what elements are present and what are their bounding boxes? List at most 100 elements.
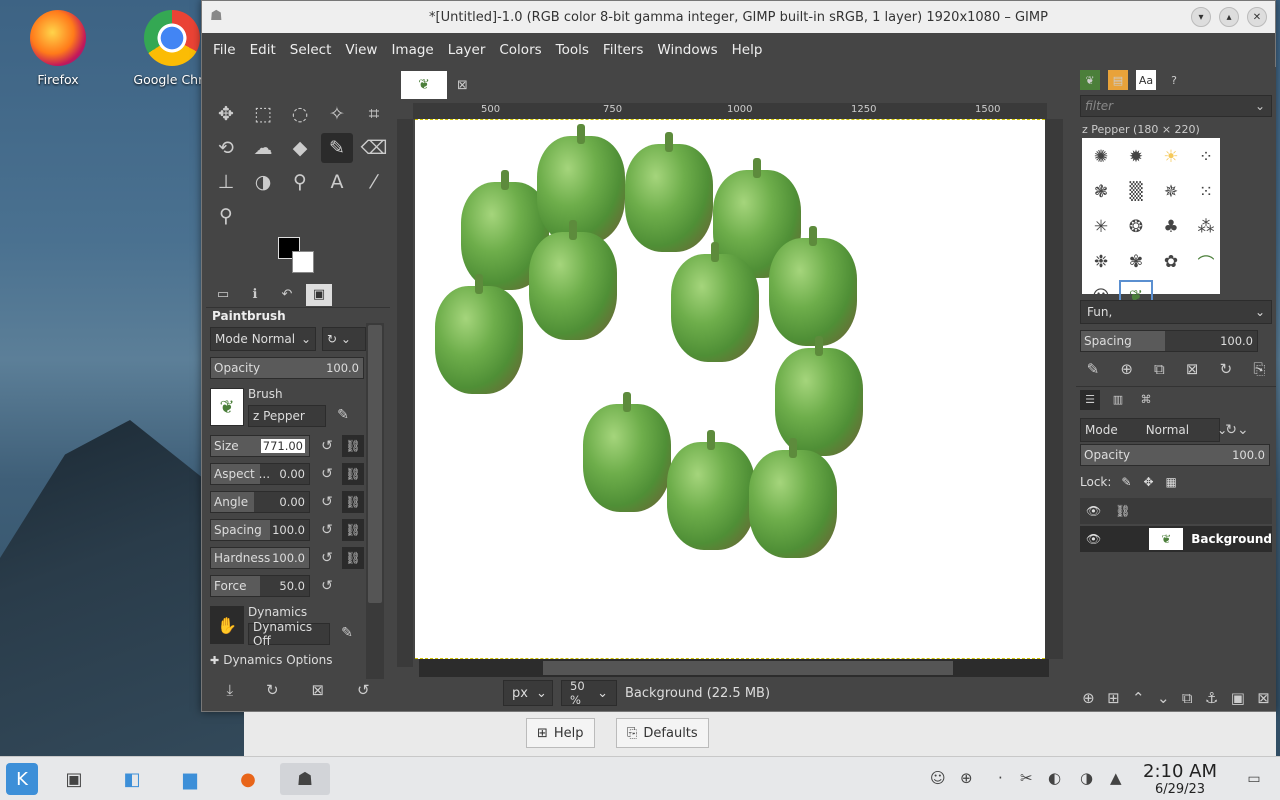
refresh-brushes-icon[interactable]: ↻ bbox=[1220, 360, 1233, 378]
chain-hardness-icon[interactable]: ⛓ bbox=[342, 547, 364, 569]
clock[interactable]: 2:10 AM 6/29/23 bbox=[1130, 761, 1230, 797]
eye-icon[interactable]: 👁 bbox=[1086, 532, 1101, 546]
defaults-button[interactable]: ⎘ Defaults bbox=[616, 718, 709, 748]
fg-bg-colors[interactable] bbox=[278, 237, 318, 277]
brush-thumb[interactable]: ▒ bbox=[1119, 175, 1153, 209]
volume-icon[interactable]: ◑ bbox=[1080, 769, 1093, 787]
zoom-select[interactable]: 50 % ⌄ bbox=[561, 679, 617, 707]
transform-icon[interactable]: ⟲ bbox=[210, 133, 242, 163]
patterns-tab-icon[interactable]: ▤ bbox=[1108, 70, 1128, 90]
edit-brush-icon[interactable]: ✎ bbox=[1087, 360, 1100, 378]
reset-angle-icon[interactable]: ↺ bbox=[316, 491, 338, 513]
zoom-icon[interactable]: ⚲ bbox=[210, 201, 242, 231]
edit-dynamics-icon[interactable]: ✎ bbox=[336, 622, 358, 644]
menu-file[interactable]: File bbox=[206, 42, 243, 58]
user-icon[interactable]: ☺ bbox=[930, 769, 946, 787]
angle-spinner[interactable]: Angle 0.00 bbox=[210, 491, 310, 513]
brush-thumb[interactable]: ❃ bbox=[1084, 175, 1118, 209]
delete-options-icon[interactable]: ⊠ bbox=[311, 681, 324, 699]
menu-help[interactable]: Help bbox=[725, 42, 770, 58]
tab-images-icon[interactable]: ▣ bbox=[306, 283, 332, 306]
menu-image[interactable]: Image bbox=[384, 42, 440, 58]
chain-size-icon[interactable]: ⛓ bbox=[342, 435, 364, 457]
move-tool-icon[interactable]: ✥ bbox=[210, 99, 242, 129]
brush-thumb[interactable]: ⌒ bbox=[1189, 245, 1223, 279]
new-brush-icon[interactable]: ⊕ bbox=[1120, 360, 1133, 378]
canvas-horizontal-scrollbar[interactable] bbox=[419, 659, 1049, 677]
unit-select[interactable]: px ⌄ bbox=[503, 680, 553, 706]
menu-edit[interactable]: Edit bbox=[243, 42, 283, 58]
eraser-icon[interactable]: ⌫ bbox=[358, 133, 390, 163]
brush-thumb[interactable]: ☀ bbox=[1154, 140, 1188, 174]
brush-thumb[interactable]: ❂ bbox=[1119, 210, 1153, 244]
brush-thumb[interactable]: ✳ bbox=[1084, 210, 1118, 244]
open-brush-icon[interactable]: ⎘ bbox=[1253, 360, 1265, 378]
lasso-icon[interactable]: ◌ bbox=[284, 99, 316, 129]
gimp-taskbar-icon[interactable]: ☗ bbox=[280, 763, 330, 795]
app-launcher-icon[interactable]: K bbox=[6, 763, 38, 795]
spacing-spinner[interactable]: Spacing 100.0 bbox=[210, 519, 310, 541]
lower-layer-icon[interactable]: ⌄ bbox=[1157, 689, 1170, 707]
layer-row[interactable]: 👁 ❦ Background bbox=[1080, 526, 1272, 552]
text-tool-icon[interactable]: A bbox=[321, 167, 353, 197]
brushes-tab-icon[interactable]: ❦ bbox=[1080, 70, 1100, 90]
warp-icon[interactable]: ☁ bbox=[247, 133, 279, 163]
reset-size-icon[interactable]: ↺ bbox=[316, 435, 338, 457]
menu-tools[interactable]: Tools bbox=[549, 42, 596, 58]
clone-icon[interactable]: ⊥ bbox=[210, 167, 242, 197]
reset-options-icon[interactable]: ↺ bbox=[357, 681, 370, 699]
force-spinner[interactable]: Force 50.0 bbox=[210, 575, 310, 597]
file-manager-icon[interactable]: ▆ bbox=[174, 763, 206, 795]
lock-pixels-icon[interactable]: ✎ bbox=[1121, 475, 1131, 489]
close-tab-icon[interactable]: ⊠ bbox=[457, 78, 468, 93]
rect-select-icon[interactable]: ⬚ bbox=[247, 99, 279, 129]
edit-brush-icon[interactable]: ✎ bbox=[332, 404, 354, 426]
mode-reset-button[interactable]: ↻ ⌄ bbox=[322, 327, 366, 351]
close-button[interactable]: ✕ bbox=[1247, 7, 1267, 27]
brush-thumb[interactable]: ✵ bbox=[1154, 175, 1188, 209]
scissors-icon[interactable]: ✂ bbox=[1020, 769, 1033, 787]
brush-thumb[interactable]: ✿ bbox=[1154, 245, 1188, 279]
paintbrush-icon[interactable]: ✎ bbox=[321, 133, 353, 163]
bucket-fill-icon[interactable]: ◆ bbox=[284, 133, 316, 163]
lock-alpha-icon[interactable]: ▦ bbox=[1166, 475, 1177, 489]
menu-layer[interactable]: Layer bbox=[441, 42, 493, 58]
duplicate-layer-icon[interactable]: ⧉ bbox=[1182, 689, 1193, 707]
image-canvas[interactable] bbox=[415, 119, 1045, 659]
brush-preview[interactable]: ❦ bbox=[210, 388, 244, 426]
paths-tab-icon[interactable]: ⌘ bbox=[1136, 390, 1156, 410]
software-center-icon[interactable]: ◧ bbox=[116, 763, 148, 795]
image-tab[interactable]: ❦ ⊠ bbox=[401, 70, 483, 100]
restore-options-icon[interactable]: ↻ bbox=[266, 681, 279, 699]
anchor-layer-icon[interactable]: ⚓ bbox=[1205, 689, 1218, 707]
chain-angle-icon[interactable]: ⛓ bbox=[342, 491, 364, 513]
mic-muted-icon[interactable]: ◐ bbox=[1048, 769, 1061, 787]
tag-select[interactable]: Fun, ⌄ bbox=[1080, 300, 1272, 324]
fonts-tab-icon[interactable]: Aa bbox=[1136, 70, 1156, 90]
delete-brush-icon[interactable]: ⊠ bbox=[1186, 360, 1199, 378]
menu-colors[interactable]: Colors bbox=[492, 42, 548, 58]
help-button[interactable]: ⊞ Help bbox=[526, 718, 595, 748]
lock-position-icon[interactable]: ✥ bbox=[1143, 475, 1153, 489]
save-options-icon[interactable]: ⤓ bbox=[226, 681, 233, 699]
brush-name-field[interactable]: z Pepper bbox=[248, 405, 326, 427]
brush-thumb[interactable]: ✺ bbox=[1084, 140, 1118, 174]
desktop-icon-firefox[interactable]: Firefox bbox=[16, 10, 100, 87]
brush-grid[interactable]: ✺ ✹ ☀ ⁘ ❃ ▒ ✵ ⁙ ✳ ❂ ♣ ⁂ ❉ ✾ ✿ ⌒ ☺ ❦ bbox=[1082, 138, 1223, 314]
new-layer-icon[interactable]: ⊕ bbox=[1082, 689, 1095, 707]
brush-thumb[interactable]: ✹ bbox=[1119, 140, 1153, 174]
menu-windows[interactable]: Windows bbox=[650, 42, 724, 58]
tab-device-status-icon[interactable]: ℹ bbox=[242, 284, 268, 306]
dynamics-icon[interactable]: ✋ bbox=[210, 606, 244, 644]
brush-thumb[interactable]: ⁂ bbox=[1189, 210, 1223, 244]
reset-force-icon[interactable]: ↺ bbox=[316, 575, 338, 597]
tool-options-scrollbar[interactable] bbox=[366, 323, 384, 679]
firefox-taskbar-icon[interactable]: ● bbox=[232, 763, 264, 795]
paths-icon[interactable]: ⚲ bbox=[284, 167, 316, 197]
dynamics-field[interactable]: Dynamics Off bbox=[248, 620, 330, 648]
delete-layer-icon[interactable]: ⊠ bbox=[1257, 689, 1270, 707]
brush-thumb[interactable]: ⁘ bbox=[1189, 140, 1223, 174]
reset-hardness-icon[interactable]: ↺ bbox=[316, 547, 338, 569]
dynamics-options-expander[interactable]: ✚ Dynamics Options bbox=[210, 653, 366, 667]
size-spinner[interactable]: Size 771.00 bbox=[210, 435, 310, 457]
